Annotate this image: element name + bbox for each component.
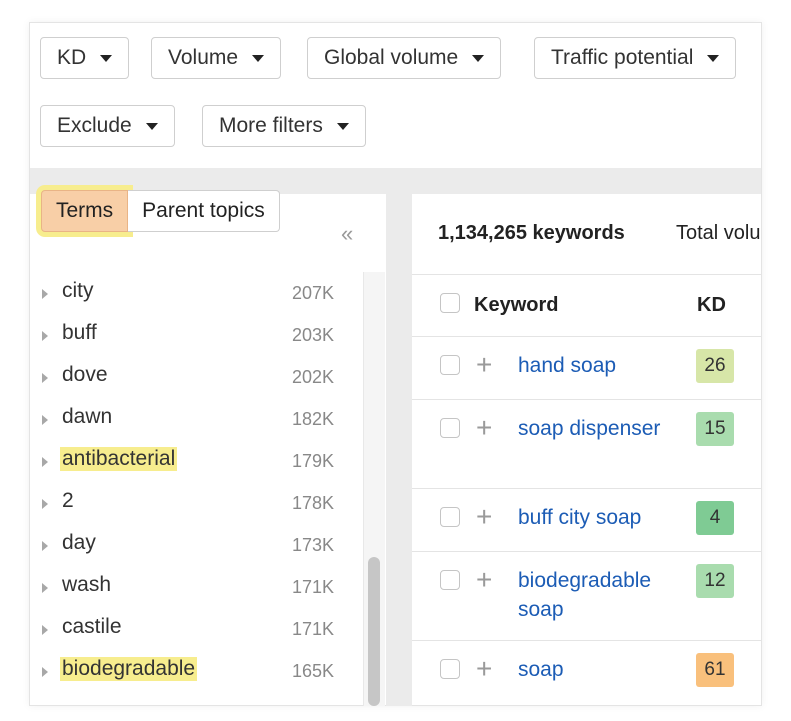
row-checkbox[interactable]: [440, 570, 460, 590]
kd-badge: 26: [696, 349, 734, 383]
keyword-column-header[interactable]: Keyword: [474, 294, 558, 317]
keyword-link[interactable]: soap dispenser: [518, 414, 678, 443]
table-top-divider: [412, 274, 761, 275]
caret-down-icon: [145, 122, 158, 130]
term-row[interactable]: dove 202K: [30, 359, 370, 401]
term-name[interactable]: city: [60, 279, 96, 303]
kd-badge: 15: [696, 412, 734, 446]
panel-divider: [386, 192, 412, 706]
volume-filter-button[interactable]: Volume: [151, 37, 282, 79]
caret-down-icon: [336, 122, 349, 130]
keyword-count: 1,134,265 keywords: [438, 222, 625, 244]
global-volume-filter-label: Global volume: [324, 46, 459, 69]
expand-arrow-icon[interactable]: [42, 625, 48, 635]
caret-down-icon: [252, 54, 265, 62]
term-count: 165K: [291, 661, 334, 681]
expand-arrow-icon[interactable]: [42, 373, 48, 383]
expand-arrow-icon[interactable]: [42, 415, 48, 425]
tab-parent-topics-label: Parent topics: [142, 199, 265, 222]
term-count: 207K: [291, 283, 334, 303]
term-name[interactable]: biodegradable: [60, 657, 198, 681]
terms-tab-switch: Terms Parent topics: [41, 190, 280, 232]
row-checkbox[interactable]: [440, 418, 460, 438]
row-divider: [412, 640, 761, 641]
collapse-panel-icon[interactable]: «: [341, 221, 353, 247]
expand-arrow-icon[interactable]: [42, 667, 48, 677]
add-to-list-icon[interactable]: +: [476, 351, 492, 379]
keyword-link[interactable]: biodegradable soap: [518, 566, 678, 624]
tab-terms[interactable]: Terms: [41, 190, 129, 232]
add-to-list-icon[interactable]: +: [476, 566, 492, 594]
add-to-list-icon[interactable]: +: [476, 503, 492, 531]
volume-filter-label: Volume: [168, 46, 239, 69]
traffic-potential-filter-button[interactable]: Traffic potential: [534, 37, 737, 79]
kd-filter-button[interactable]: KD: [40, 37, 130, 79]
term-name[interactable]: buff: [60, 321, 99, 345]
term-count: 179K: [291, 451, 334, 471]
keyword-link[interactable]: buff city soap: [518, 503, 678, 532]
exclude-filter-label: Exclude: [57, 114, 132, 137]
expand-arrow-icon[interactable]: [42, 289, 48, 299]
term-count: 182K: [291, 409, 334, 429]
more-filters-button[interactable]: More filters: [202, 105, 366, 147]
expand-arrow-icon[interactable]: [42, 457, 48, 467]
kd-column-header[interactable]: KD: [697, 294, 726, 317]
caret-down-icon: [472, 54, 485, 62]
term-name[interactable]: dawn: [60, 405, 114, 429]
term-row[interactable]: wash 171K: [30, 569, 370, 611]
row-checkbox[interactable]: [440, 507, 460, 527]
expand-arrow-icon[interactable]: [42, 331, 48, 341]
expand-arrow-icon[interactable]: [42, 499, 48, 509]
kd-badge: 61: [696, 653, 734, 687]
terms-scrollbar-thumb[interactable]: [368, 557, 380, 706]
row-checkbox[interactable]: [440, 659, 460, 679]
row-divider: [412, 551, 761, 552]
term-count: 171K: [291, 577, 334, 597]
term-row[interactable]: day 173K: [30, 527, 370, 569]
row-divider: [412, 488, 761, 489]
term-row[interactable]: city 207K: [30, 275, 370, 317]
term-row[interactable]: 2 178K: [30, 485, 370, 527]
total-volume-label: Total volu: [676, 222, 761, 244]
exclude-filter-button[interactable]: Exclude: [40, 105, 175, 147]
header-divider: [412, 336, 761, 337]
traffic-potential-filter-label: Traffic potential: [551, 46, 694, 69]
term-row[interactable]: antibacterial 179K: [30, 443, 370, 485]
term-name[interactable]: day: [60, 531, 98, 555]
expand-arrow-icon[interactable]: [42, 541, 48, 551]
term-name[interactable]: antibacterial: [60, 447, 178, 471]
kd-badge: 12: [696, 564, 734, 598]
keyword-link[interactable]: hand soap: [518, 351, 678, 380]
term-name[interactable]: dove: [60, 363, 110, 387]
term-count: 171K: [291, 619, 334, 639]
term-row[interactable]: buff 203K: [30, 317, 370, 359]
term-name[interactable]: wash: [60, 573, 113, 597]
term-row[interactable]: dawn 182K: [30, 401, 370, 443]
term-row[interactable]: castile 171K: [30, 611, 370, 653]
kd-badge: 4: [696, 501, 734, 535]
add-to-list-icon[interactable]: +: [476, 655, 492, 683]
term-count: 203K: [291, 325, 334, 345]
caret-down-icon: [100, 54, 113, 62]
row-checkbox[interactable]: [440, 355, 460, 375]
term-name[interactable]: 2: [60, 489, 76, 513]
term-count: 173K: [291, 535, 334, 555]
term-row[interactable]: biodegradable 165K: [30, 653, 370, 695]
tab-terms-label: Terms: [56, 199, 114, 222]
select-all-checkbox[interactable]: [440, 293, 460, 313]
tab-parent-topics[interactable]: Parent topics: [128, 190, 280, 232]
expand-arrow-icon[interactable]: [42, 583, 48, 593]
more-filters-label: More filters: [219, 114, 323, 137]
term-name[interactable]: castile: [60, 615, 124, 639]
term-count: 202K: [291, 367, 334, 387]
kd-filter-label: KD: [57, 46, 87, 69]
global-volume-filter-button[interactable]: Global volume: [307, 37, 502, 79]
add-to-list-icon[interactable]: +: [476, 414, 492, 442]
row-divider: [412, 399, 761, 400]
keyword-link[interactable]: soap: [518, 655, 678, 684]
caret-down-icon: [707, 54, 720, 62]
term-count: 178K: [291, 493, 334, 513]
